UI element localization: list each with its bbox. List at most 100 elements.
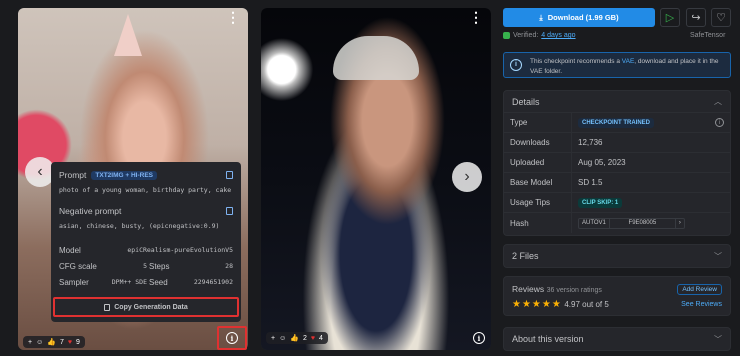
files-title: 2 Files [512, 251, 539, 261]
reactions-bar-1[interactable]: + ☺ 👍 7 ♥ 9 [23, 336, 85, 348]
details-header[interactable]: Details ︿ [504, 91, 730, 113]
info-icon: i [473, 332, 485, 344]
detail-value: SD 1.5 [578, 178, 603, 187]
thumbs-count: 2 [302, 334, 307, 342]
copy-prompt-icon[interactable] [226, 171, 233, 179]
heart-icon[interactable]: ♥ [68, 339, 72, 346]
safetensor-label: SafeTensor [690, 32, 726, 39]
thumbs-up-icon[interactable]: 👍 [290, 334, 299, 342]
info-button-2[interactable]: i [473, 332, 485, 344]
about-panel[interactable]: About this version ﹀ [503, 327, 731, 351]
detail-row-usage-tips: Usage Tips CLIP SKIP: 1 [504, 193, 730, 213]
detail-row-downloads: Downloads 12,736 [504, 133, 730, 153]
favorite-button[interactable]: ♡ [711, 8, 731, 27]
run-button[interactable]: ▷ [660, 8, 680, 27]
reactions-bar-2[interactable]: + ☺ 👍 2 ♥ 4 [266, 332, 328, 344]
detail-key: Uploaded [504, 153, 572, 172]
copy-generation-data-button[interactable]: Copy Generation Data [53, 297, 239, 317]
info-button-1[interactable]: i [217, 326, 247, 350]
cfg-value: 5 [143, 261, 147, 270]
share-button[interactable]: ↪ [686, 8, 706, 27]
chevron-up-icon[interactable]: ︿ [714, 96, 722, 107]
copy-generation-data-label: Copy Generation Data [114, 303, 188, 311]
detail-key: Usage Tips [504, 193, 572, 212]
smiley-icon[interactable]: ☺ [36, 339, 43, 346]
smiley-icon[interactable]: ☺ [279, 335, 286, 342]
prompt-label: Prompt [59, 170, 87, 180]
detail-row-type: Type CHECKPOINT TRAINED i [504, 113, 730, 133]
copy-icon [104, 303, 111, 311]
hash-value[interactable]: F9E08005 [610, 218, 676, 228]
info-icon: i [510, 59, 522, 71]
heart-icon[interactable]: ♥ [311, 335, 315, 342]
notice-text-pre: This checkpoint recommends a [530, 58, 622, 65]
thumbs-up-icon[interactable]: 👍 [47, 338, 56, 346]
info-icon[interactable]: i [715, 118, 724, 127]
heart-count: 4 [319, 334, 323, 342]
download-button[interactable]: ⤓ Download (1.99 GB) [503, 8, 655, 27]
vae-notice: i This checkpoint recommends a VAE, down… [503, 52, 731, 78]
next-image-button[interactable]: › [452, 162, 482, 192]
details-title: Details [512, 96, 540, 107]
detail-key: Base Model [504, 173, 572, 192]
detail-key: Type [504, 113, 572, 132]
details-panel: Details ︿ Type CHECKPOINT TRAINED i Downloa… [503, 90, 731, 236]
ratings-count: 36 version ratings [546, 287, 602, 294]
heart-count: 9 [76, 338, 80, 346]
sampler-value: DPM++ SDE [111, 277, 147, 286]
hash-type[interactable]: AUTOV1 [579, 218, 610, 228]
reviews-panel: Reviews 36 version ratings Add Review ★★… [503, 276, 731, 316]
steps-label: Steps [149, 261, 170, 271]
chevron-left-icon: ‹ [37, 163, 43, 180]
cfg-label: CFG scale [59, 261, 97, 271]
info-icon: i [226, 332, 238, 344]
copy-negative-icon[interactable] [226, 207, 233, 215]
detail-row-base-model: Base Model SD 1.5 [504, 173, 730, 193]
download-label: Download (1.99 GB) [547, 13, 619, 22]
about-title: About this version [512, 334, 584, 344]
model-label: Model [59, 245, 81, 255]
chevron-right-icon: › [464, 168, 470, 185]
more-options-icon[interactable]: ⋮ [226, 10, 240, 24]
party-hat [114, 14, 142, 56]
chevron-down-icon[interactable]: ﹀ [714, 334, 722, 345]
prompt-type-badge: TXT2IMG + HI-RES [91, 170, 158, 180]
negative-prompt-text: asian, chinese, busty, (epicnegative:0.9… [59, 222, 220, 230]
vae-link[interactable]: VAE [622, 58, 635, 65]
clip-skip-badge: CLIP SKIP: 1 [578, 197, 623, 208]
seed-label: Seed [149, 277, 168, 287]
model-value: epiCRealism-pureEvolutionV5 [127, 246, 233, 254]
more-options-icon[interactable]: ⋮ [469, 10, 483, 24]
verified-label: Verified: [513, 32, 539, 39]
rating-score: 4.97 out of 5 [564, 299, 609, 309]
share-icon: ↪ [691, 12, 701, 24]
chevron-down-icon[interactable]: ﹀ [714, 251, 722, 262]
type-badge: CHECKPOINT TRAINED [578, 117, 655, 128]
verified-status: Verified: 4 days ago [503, 32, 576, 39]
add-review-button[interactable]: Add Review [677, 283, 722, 295]
prompt-text: photo of a young woman, birthday party, … [59, 186, 232, 194]
add-reaction-icon[interactable]: + [271, 335, 275, 342]
hash-selector[interactable]: AUTOV1 F9E08005 › [578, 217, 685, 229]
detail-value: 12,736 [578, 138, 603, 147]
download-icon: ⤓ [539, 12, 543, 22]
detail-key: Hash [504, 213, 572, 233]
sampler-label: Sampler [59, 277, 89, 287]
negative-prompt-label: Negative prompt [59, 206, 122, 216]
detail-row-hash: Hash AUTOV1 F9E08005 › [504, 213, 730, 233]
thumbs-count: 7 [59, 338, 64, 346]
seed-value: 2294651902 [193, 277, 233, 286]
check-icon [503, 32, 510, 39]
verified-time[interactable]: 4 days ago [541, 32, 575, 39]
chevron-right-icon[interactable]: › [676, 219, 684, 228]
see-reviews-link[interactable]: See Reviews [681, 301, 722, 308]
detail-key: Downloads [504, 133, 572, 152]
detail-value: Aug 05, 2023 [578, 158, 626, 167]
add-reaction-icon[interactable]: + [28, 339, 32, 346]
star-rating: ★★★★★ [512, 298, 562, 310]
heart-outline-icon: ♡ [716, 12, 726, 24]
play-icon: ▷ [665, 12, 675, 24]
files-panel[interactable]: 2 Files ﹀ [503, 244, 731, 268]
detail-row-uploaded: Uploaded Aug 05, 2023 [504, 153, 730, 173]
image-card-2[interactable]: ⋮ › + ☺ 👍 2 ♥ 4 i [261, 8, 491, 350]
